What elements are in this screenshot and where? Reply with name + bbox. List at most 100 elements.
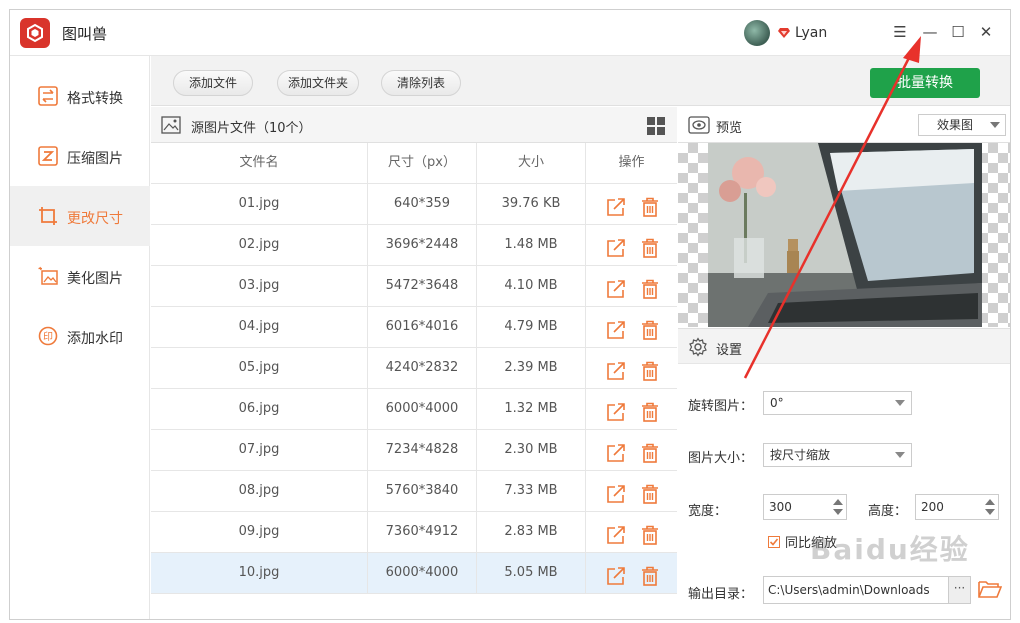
table-row[interactable]: 07.jpg 7234*4828 2.30 MB	[151, 430, 677, 471]
output-dir-label: 输出目录：	[688, 587, 754, 602]
file-name-cell: 06.jpg	[151, 389, 368, 430]
table-row[interactable]: 03.jpg 5472*3648 4.10 MB	[151, 266, 677, 307]
table-row[interactable]: 02.jpg 3696*2448 1.48 MB	[151, 225, 677, 266]
size-label: 图片大小：	[688, 451, 754, 466]
clear-list-button[interactable]: 清除列表	[381, 70, 461, 96]
batch-convert-button[interactable]: 批量转换	[870, 68, 980, 98]
file-list-title: 源图片文件（10个）	[191, 121, 312, 136]
file-size-cell: 4.79 MB	[477, 307, 586, 348]
sidebar-item-format-convert[interactable]: 格式转换	[10, 66, 150, 126]
baidu-watermark: Baidu经验	[810, 533, 970, 566]
output-dir-field[interactable]: C:\Users\admin\Downloads ···	[763, 576, 971, 604]
sidebar-item-label: 更改尺寸	[67, 211, 123, 227]
trash-icon[interactable]	[640, 276, 660, 299]
open-external-icon[interactable]	[606, 317, 626, 339]
chevron-down-icon	[895, 452, 905, 458]
preview-title: 预览	[716, 121, 743, 136]
trash-icon[interactable]	[640, 481, 660, 504]
resize-icon	[38, 206, 58, 226]
username[interactable]: Lyan	[795, 25, 827, 41]
file-name-cell: 07.jpg	[151, 430, 368, 471]
open-external-icon[interactable]	[606, 481, 626, 503]
file-table: 文件名 尺寸（px） 大小 操作 01.jpg 640*359 39.76 KB 02…	[151, 143, 677, 594]
grid-view-icon[interactable]	[647, 117, 665, 139]
close-icon[interactable]: ✕	[976, 22, 996, 42]
swap-icon	[38, 86, 58, 106]
chevron-down-icon	[990, 122, 1000, 128]
menu-icon[interactable]: ☰	[890, 22, 910, 42]
trash-icon[interactable]	[640, 194, 660, 217]
height-stepper[interactable]: 200	[915, 494, 999, 520]
actions-cell	[586, 430, 677, 471]
file-size-cell: 1.48 MB	[477, 225, 586, 266]
trash-icon[interactable]	[640, 358, 660, 381]
rotate-value: 0°	[770, 396, 784, 410]
actions-cell	[586, 389, 677, 430]
increment-icon[interactable]	[985, 499, 995, 505]
maximize-icon[interactable]: ☐	[948, 22, 968, 42]
sidebar-item-label: 压缩图片	[67, 151, 123, 167]
open-external-icon[interactable]	[606, 235, 626, 257]
column-header-filename: 文件名	[151, 143, 368, 184]
vip-diamond-icon	[778, 27, 790, 43]
open-external-icon[interactable]	[606, 399, 626, 421]
column-header-size: 大小	[477, 143, 586, 184]
table-row[interactable]: 01.jpg 640*359 39.76 KB	[151, 184, 677, 225]
chevron-down-icon	[895, 400, 905, 406]
decrement-icon[interactable]	[985, 509, 995, 515]
table-row[interactable]: 06.jpg 6000*4000 1.32 MB	[151, 389, 677, 430]
sidebar-item-watermark[interactable]: 印 添加水印	[10, 306, 150, 366]
compress-icon	[38, 146, 58, 166]
sidebar: 格式转换 压缩图片 更改尺寸 美化图片 印 添加水印	[10, 56, 150, 619]
trash-icon[interactable]	[640, 317, 660, 340]
open-external-icon[interactable]	[606, 563, 626, 585]
toolbar: 添加文件 添加文件夹 清除列表 批量转换	[151, 56, 1010, 106]
size-mode-select[interactable]: 按尺寸缩放	[763, 443, 912, 467]
width-stepper[interactable]: 300	[763, 494, 847, 520]
preview-mode-select[interactable]: 效果图	[918, 114, 1006, 136]
dimensions-cell: 3696*2448	[368, 225, 477, 266]
folder-icon[interactable]	[978, 578, 1003, 604]
app-title: 图叫兽	[62, 25, 108, 43]
open-external-icon[interactable]	[606, 358, 626, 380]
trash-icon[interactable]	[640, 235, 660, 258]
keep-ratio-checkbox[interactable]	[768, 536, 780, 548]
sidebar-item-resize[interactable]: 更改尺寸	[10, 186, 150, 246]
actions-cell	[586, 471, 677, 512]
height-value: 200	[921, 500, 944, 514]
rotate-select[interactable]: 0°	[763, 391, 912, 415]
open-external-icon[interactable]	[606, 194, 626, 216]
file-name-cell: 04.jpg	[151, 307, 368, 348]
table-row[interactable]: 09.jpg 7360*4912 2.83 MB	[151, 512, 677, 553]
trash-icon[interactable]	[640, 522, 660, 545]
user-avatar[interactable]	[744, 20, 770, 46]
decrement-icon[interactable]	[833, 509, 843, 515]
preview-canvas	[678, 143, 1010, 327]
column-header-actions: 操作	[618, 155, 645, 170]
file-size-cell: 5.05 MB	[477, 553, 586, 594]
minimize-icon[interactable]: —	[920, 22, 940, 42]
image-icon	[161, 116, 181, 138]
sidebar-item-beautify[interactable]: 美化图片	[10, 246, 150, 306]
sidebar-item-label: 格式转换	[67, 91, 123, 107]
increment-icon[interactable]	[833, 499, 843, 505]
open-external-icon[interactable]	[606, 440, 626, 462]
trash-icon[interactable]	[640, 563, 660, 586]
sidebar-item-compress[interactable]: 压缩图片	[10, 126, 150, 186]
open-external-icon[interactable]	[606, 276, 626, 298]
add-folder-button[interactable]: 添加文件夹	[277, 70, 359, 96]
output-dir-browse-button[interactable]: ···	[948, 577, 970, 603]
file-name-cell: 02.jpg	[151, 225, 368, 266]
dimensions-cell: 5760*3840	[368, 471, 477, 512]
file-size-cell: 2.39 MB	[477, 348, 586, 389]
table-row[interactable]: 08.jpg 5760*3840 7.33 MB	[151, 471, 677, 512]
open-external-icon[interactable]	[606, 522, 626, 544]
add-file-button[interactable]: 添加文件	[173, 70, 253, 96]
trash-icon[interactable]	[640, 440, 660, 463]
table-row[interactable]: 05.jpg 4240*2832 2.39 MB	[151, 348, 677, 389]
trash-icon[interactable]	[640, 399, 660, 422]
table-row[interactable]: 04.jpg 6016*4016 4.79 MB	[151, 307, 677, 348]
table-row[interactable]: 10.jpg 6000*4000 5.05 MB	[151, 553, 677, 594]
app-logo-icon	[20, 18, 50, 48]
file-name-cell: 05.jpg	[151, 348, 368, 389]
